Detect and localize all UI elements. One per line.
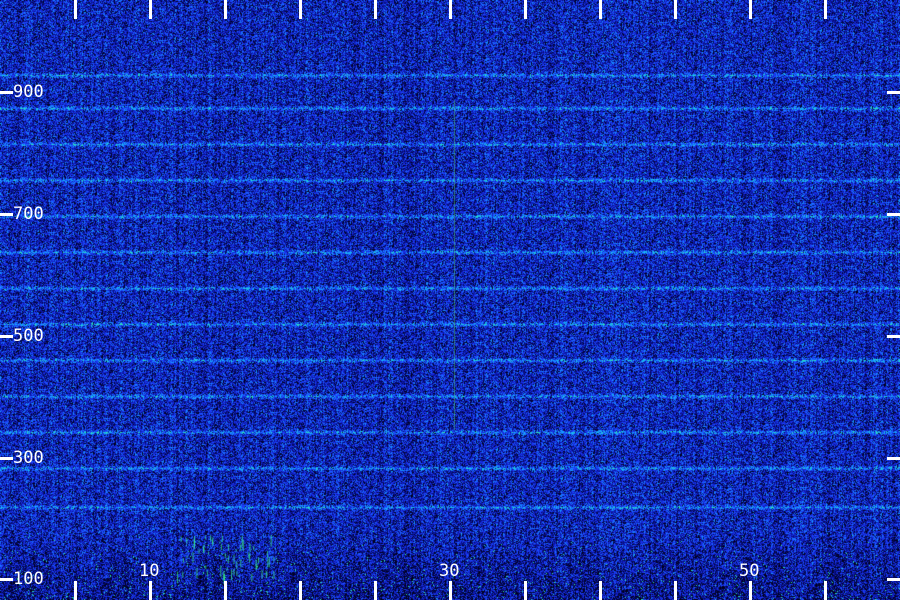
spectrogram-view: 900 700 500 300 100 10 30 50 [0,0,900,600]
x-tick-label-50: 50 [739,561,760,581]
right-tick [887,457,900,460]
bottom-tick [674,581,677,600]
bottom-tick [224,581,227,600]
y-tick-label-700: 700 [13,204,44,224]
top-tick [524,0,527,19]
left-tick [0,578,13,581]
bottom-tick [524,581,527,600]
right-tick [887,213,900,216]
left-tick [0,91,13,94]
top-tick [824,0,827,19]
bottom-tick [149,581,152,600]
right-tick [887,578,900,581]
y-tick-label-900: 900 [13,82,44,102]
x-tick-label-30: 30 [439,561,460,581]
left-tick [0,213,13,216]
y-tick-label-300: 300 [13,448,44,468]
top-tick [599,0,602,19]
right-tick [887,335,900,338]
right-tick [887,91,900,94]
bottom-tick [599,581,602,600]
left-tick [0,457,13,460]
top-tick [299,0,302,19]
spectrogram-canvas [0,0,900,600]
top-tick [149,0,152,19]
top-tick [224,0,227,19]
x-tick-label-10: 10 [139,561,160,581]
top-tick [674,0,677,19]
bottom-tick [374,581,377,600]
bottom-tick [299,581,302,600]
top-tick [449,0,452,19]
top-tick [749,0,752,19]
bottom-tick [449,581,452,600]
bottom-tick [749,581,752,600]
top-tick [374,0,377,19]
y-tick-label-500: 500 [13,326,44,346]
bottom-tick [824,581,827,600]
bottom-tick [74,581,77,600]
y-tick-label-100: 100 [13,569,44,589]
top-tick [74,0,77,19]
left-tick [0,335,13,338]
